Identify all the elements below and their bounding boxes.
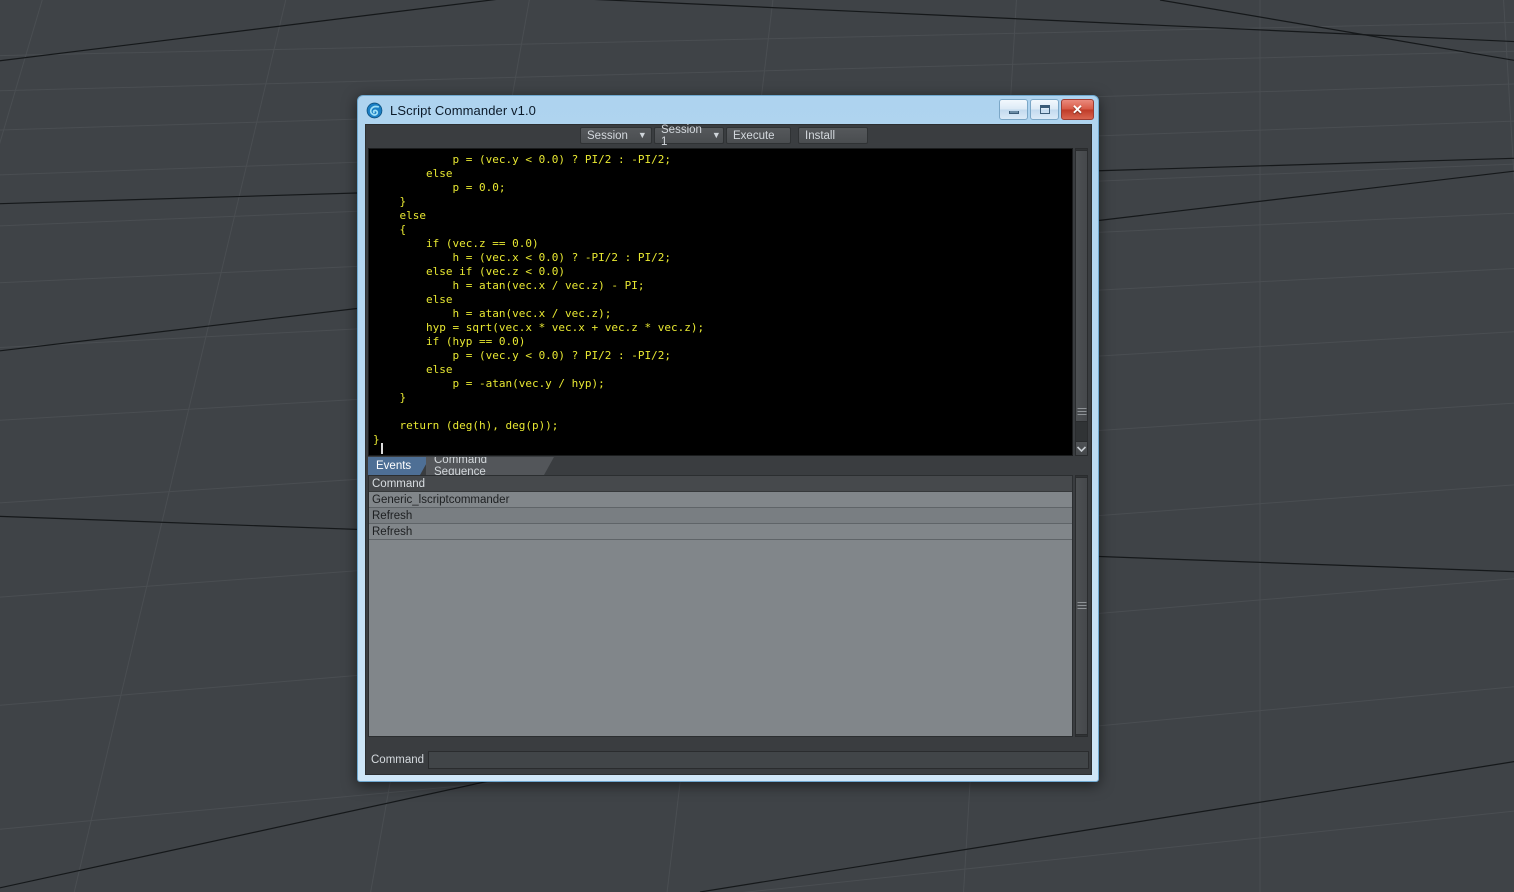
cell-command: Generic_lscriptcommander [372,493,510,506]
code-editor-text: p = (vec.y < 0.0) ? PI/2 : -PI/2; else p… [373,153,705,446]
window-client-area: Session ▼ Session 1 ▼ Execute Install p … [365,124,1092,775]
window-controls: ✕ [999,99,1094,120]
execute-button[interactable]: Execute [726,127,791,144]
session-select-dropdown[interactable]: Session 1 ▼ [654,124,724,148]
toolbar-controls: Session ▼ Session 1 ▼ Execute Install [580,124,870,148]
list-vertical-scrollbar[interactable] [1074,475,1089,737]
list-header: Command [369,476,1072,492]
code-editor[interactable]: p = (vec.y < 0.0) ? PI/2 : -PI/2; else p… [368,148,1073,456]
install-button[interactable]: Install [798,127,868,144]
list-empty-space [369,540,1072,736]
code-editor-region: p = (vec.y < 0.0) ? PI/2 : -PI/2; else p… [368,148,1089,456]
table-row[interactable]: Generic_lscriptcommander [369,492,1072,508]
scrollbar-grip-icon [1077,602,1086,609]
tab-command-sequence[interactable]: Command Sequence [426,457,554,475]
editor-vertical-scrollbar[interactable] [1074,148,1089,456]
chevron-down-icon [1077,445,1086,452]
lscript-commander-window: LScript Commander v1.0 ✕ Session ▼ Sessi… [357,95,1099,782]
text-caret [381,443,383,454]
window-titlebar[interactable]: LScript Commander v1.0 ✕ [358,96,1098,124]
lscript-logo-icon [366,102,383,118]
scrollbar-grip-icon [1077,408,1086,415]
maximize-icon [1039,105,1050,114]
command-label: Command [371,754,425,766]
chevron-down-icon: ▼ [711,130,721,140]
chevron-down-icon: ▼ [637,130,647,140]
close-icon: ✕ [1072,102,1083,117]
minimize-icon [1008,110,1019,114]
session-select-label: Session 1 [661,123,702,148]
toolbar: Session ▼ Session 1 ▼ Execute Install [366,124,1091,148]
tab-bar: Events Command Sequence [368,457,1089,475]
cell-command: Refresh [372,509,413,522]
session-dropdown-label: Session [587,129,628,142]
scrollbar-thumb[interactable] [1075,477,1088,735]
command-input[interactable] [428,751,1089,769]
minimize-button[interactable] [999,99,1028,120]
column-header-command: Command [372,477,426,490]
maximize-button[interactable] [1030,99,1059,120]
close-button[interactable]: ✕ [1061,99,1094,120]
scrollbar-thumb[interactable] [1075,150,1088,422]
session-dropdown[interactable]: Session ▼ [580,127,652,144]
tab-events[interactable]: Events [368,457,430,475]
table-row[interactable]: Refresh [369,508,1072,524]
scroll-down-button[interactable] [1075,441,1088,456]
window-title: LScript Commander v1.0 [390,102,536,118]
cell-command: Refresh [372,525,413,538]
events-list-region: Command Generic_lscriptcommander Refresh… [368,475,1089,737]
command-bar: Command [368,749,1089,771]
events-list[interactable]: Command Generic_lscriptcommander Refresh… [368,475,1073,737]
table-row[interactable]: Refresh [369,524,1072,540]
